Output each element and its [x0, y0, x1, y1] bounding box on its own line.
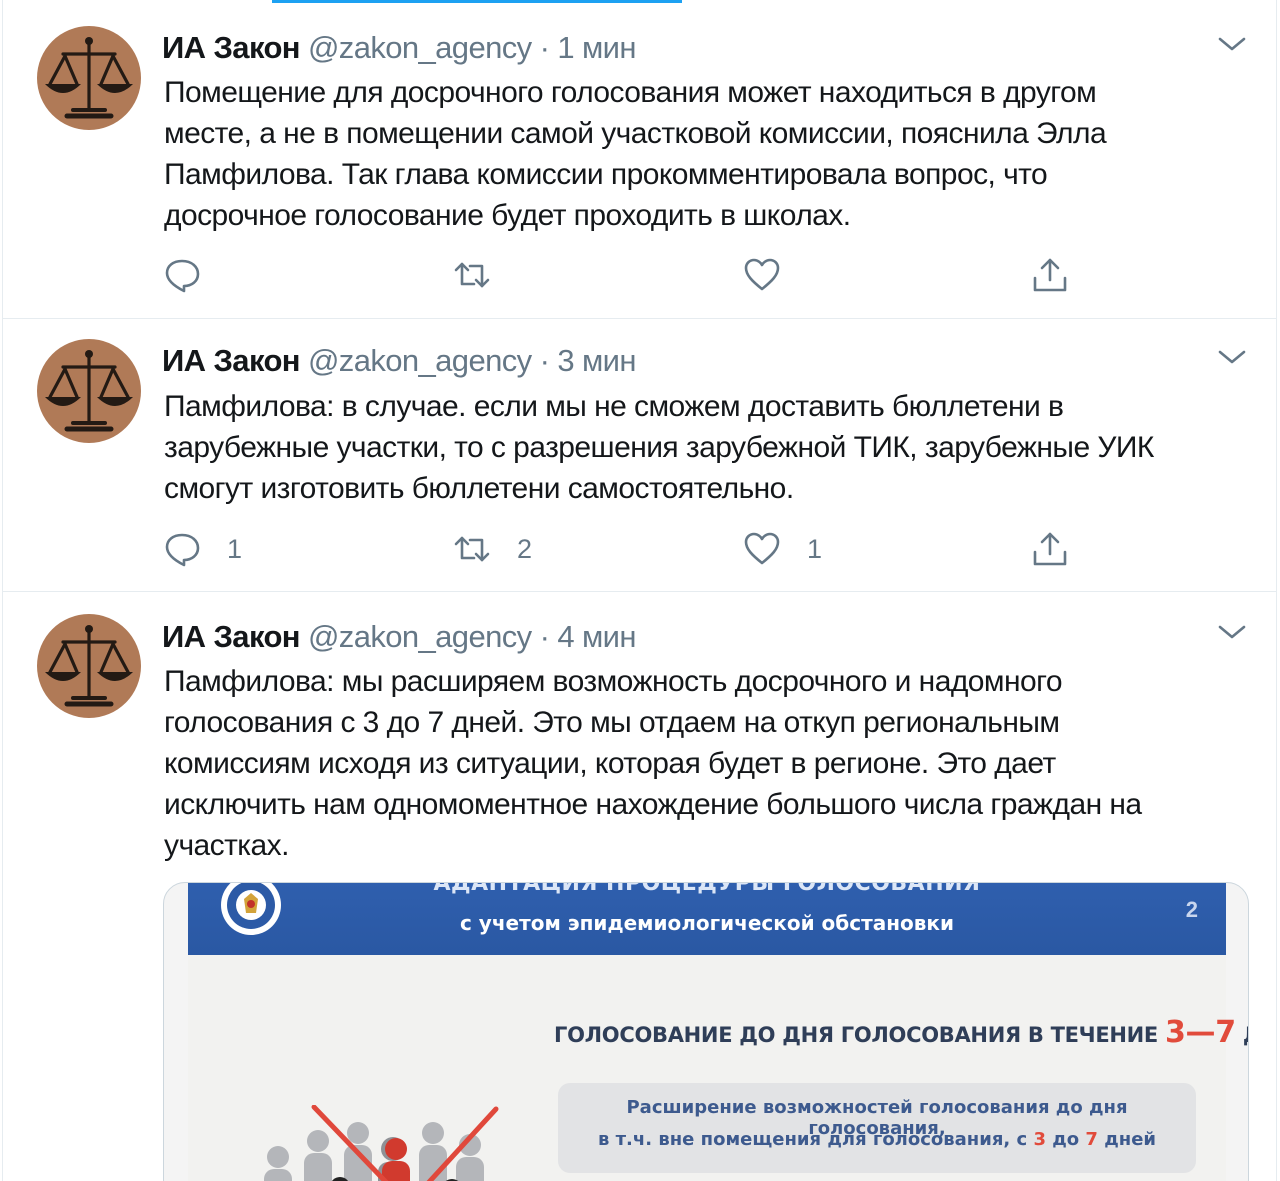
share-icon — [1033, 532, 1067, 566]
slide-box-text: дней — [1097, 1129, 1157, 1150]
retweet-icon — [454, 262, 490, 288]
author-name[interactable]: ИА Закон — [162, 30, 301, 65]
tweet-text-line: смогут изготовить бюллетени самостоятель… — [164, 472, 794, 505]
tweet-text-line: голосования с 3 до 7 дней. Это мы отдаем… — [164, 706, 1060, 739]
timeline-right-border — [1276, 0, 1277, 1181]
chevron-down-icon[interactable] — [1216, 620, 1248, 644]
chevron-down-icon[interactable] — [1216, 345, 1248, 369]
tweet[interactable]: ИА Закон @zakon_agency · 1 мин Помещение… — [3, 0, 1276, 319]
like-button[interactable] — [743, 255, 807, 295]
tweet-header: ИА Закон @zakon_agency · 3 мин — [162, 341, 637, 381]
tweet-text-line: исключить нам одномоментное нахождение б… — [164, 788, 1142, 821]
tweet-actions — [163, 255, 1083, 295]
slide-title-prefix: ГОЛОСОВАНИЕ ДО ДНЯ ГОЛОСОВАНИЯ В ТЕЧЕНИЕ — [554, 1023, 1165, 1047]
tweet-text: Помещение для досрочного голосования мож… — [164, 72, 1244, 236]
slide-title-days: 3—7 — [1164, 1015, 1236, 1050]
slide-body: ГОЛОСОВАНИЕ ДО ДНЯ ГОЛОСОВАНИЯ В ТЕЧЕНИЕ… — [188, 955, 1248, 1181]
tweet-actions: 1 2 1 — [163, 529, 1083, 569]
share-icon — [1033, 258, 1067, 292]
tweet-text: Памфилова: мы расширяем возможность доср… — [164, 661, 1244, 866]
scales-of-justice-icon — [45, 37, 133, 119]
tweet-text-line: Памфилова. Так глава комиссии прокоммент… — [164, 158, 1048, 191]
slide-box-line: в т.ч. вне помещения для голосования, с … — [558, 1129, 1196, 1150]
timestamp[interactable]: 3 мин — [557, 343, 636, 378]
slide-info-box: Расширение возможностей голосования до д… — [558, 1083, 1196, 1173]
slide-box-from: 3 — [1033, 1129, 1046, 1150]
avatar[interactable] — [37, 26, 141, 130]
slide-box-text: до — [1045, 1129, 1086, 1150]
author-name[interactable]: ИА Закон — [162, 343, 301, 378]
slide-title: ГОЛОСОВАНИЕ ДО ДНЯ ГОЛОСОВАНИЯ В ТЕЧЕНИЕ… — [554, 1015, 1248, 1050]
heart-icon — [744, 532, 780, 565]
separator: · — [539, 30, 550, 65]
author-name[interactable]: ИА Закон — [162, 619, 301, 654]
chevron-down-icon[interactable] — [1216, 32, 1248, 56]
reply-icon — [165, 259, 200, 293]
author-handle[interactable]: @zakon_agency — [308, 343, 532, 378]
slide-number: 2 — [1185, 897, 1198, 922]
slide-box-text: в т.ч. вне помещения для голосования, с — [597, 1129, 1034, 1150]
tweet-header: ИА Закон @zakon_agency · 1 мин — [162, 28, 637, 68]
crowd-crossed-out-illustration — [248, 1104, 528, 1181]
tweet-text-line: комиссиям исходя из ситуации, которая бу… — [164, 747, 1056, 780]
timestamp[interactable]: 4 мин — [557, 619, 636, 654]
like-button[interactable]: 1 — [743, 529, 822, 569]
tweet-text-line: Памфилова: мы расширяем возможность доср… — [164, 665, 1063, 698]
retweet-button[interactable] — [453, 255, 517, 295]
slide-header-title: АДАПТАЦИЯ ПРОЦЕДУРЫ ГОЛОСОВАНИЯ — [433, 882, 981, 896]
reply-button[interactable] — [163, 255, 227, 295]
author-handle[interactable]: @zakon_agency — [308, 619, 532, 654]
slide-title-suffix: ДНЕЙ — [1236, 1023, 1248, 1047]
reply-button[interactable]: 1 — [163, 529, 242, 569]
author-handle[interactable]: @zakon_agency — [308, 30, 532, 65]
slide-header-subtitle: с учетом эпидемиологической обстановки — [459, 911, 955, 935]
share-button[interactable] — [1031, 529, 1069, 569]
separator: · — [539, 619, 550, 654]
like-count: 1 — [807, 533, 823, 564]
slide-header: АДАПТАЦИЯ ПРОЦЕДУРЫ ГОЛОСОВАНИЯ с учетом… — [188, 883, 1226, 955]
tweet-text-line: Помещение для досрочного голосования мож… — [164, 76, 1097, 109]
separator: · — [539, 343, 550, 378]
timestamp[interactable]: 1 мин — [557, 30, 636, 65]
reply-icon — [165, 533, 200, 567]
share-button[interactable] — [1031, 255, 1069, 295]
retweet-icon — [454, 536, 490, 562]
slide-box-to: 7 — [1085, 1129, 1098, 1150]
tweet-header: ИА Закон @zakon_agency · 4 мин — [162, 617, 637, 657]
tweet-text-line: зарубежные участки, то с разрешения зару… — [164, 431, 1154, 464]
avatar[interactable] — [37, 614, 141, 718]
tweet[interactable]: ИА Закон @zakon_agency · 4 мин Памфилова… — [3, 592, 1276, 1181]
heart-icon — [744, 258, 780, 291]
tweet[interactable]: ИА Закон @zakon_agency · 3 мин Памфилова… — [3, 319, 1276, 592]
retweet-button[interactable]: 2 — [453, 529, 532, 569]
tweet-text-line: месте, а не в помещении самой участковой… — [164, 117, 1107, 150]
reply-count: 1 — [227, 533, 243, 564]
tweet-text: Памфилова: в случае. если мы не сможем д… — [164, 386, 1244, 509]
scales-of-justice-icon — [45, 625, 133, 707]
scales-of-justice-icon — [45, 350, 133, 432]
tweet-text-line: Памфилова: в случае. если мы не сможем д… — [164, 390, 1064, 423]
tweet-text-line: досрочное голосование будет проходить в … — [164, 199, 851, 232]
tweet-media-image[interactable]: АДАПТАЦИЯ ПРОЦЕДУРЫ ГОЛОСОВАНИЯ с учетом… — [163, 882, 1249, 1181]
retweet-count: 2 — [517, 533, 533, 564]
avatar[interactable] — [37, 339, 141, 443]
tweet-text-line: участках. — [164, 829, 289, 862]
